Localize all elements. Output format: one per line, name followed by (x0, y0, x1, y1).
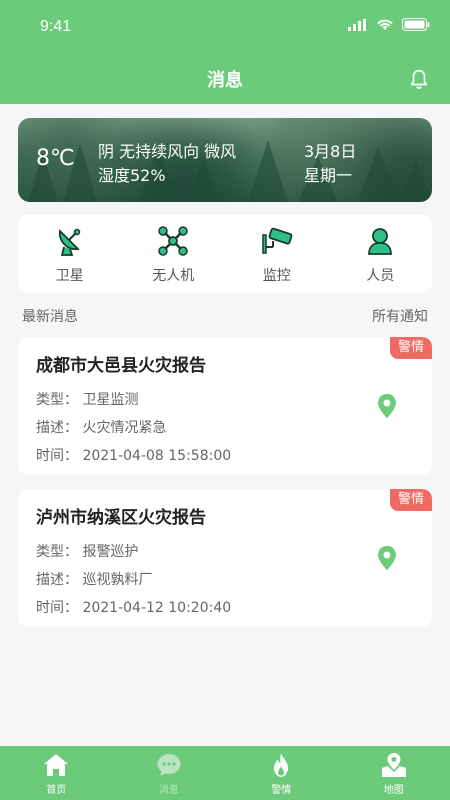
message-time: 时间： 2021-04-08 15:58:00 (36, 448, 232, 464)
tab-label: 警情 (271, 785, 292, 796)
message-time: 时间： 2021-04-12 10:20:40 (36, 600, 232, 616)
weather-date: 3月8日 (304, 142, 357, 161)
weather-weekday: 星期一 (304, 166, 353, 185)
message-type: 类型： 卫星监测 (36, 392, 139, 408)
weather-humidity: 湿度52% (98, 166, 166, 185)
map-icon (381, 753, 406, 777)
battery-icon (402, 18, 430, 31)
tab-map[interactable]: 地图 (338, 746, 450, 800)
tab-label: 地图 (383, 785, 404, 796)
satellite-dish-icon (58, 228, 80, 256)
category-monitor[interactable]: 监控 (225, 215, 329, 293)
latest-messages-label: 最新消息 (22, 309, 78, 325)
page-title: 消息 (207, 70, 243, 91)
category-satellite[interactable]: 卫星 (18, 215, 122, 293)
weather-temperature: 8℃ (36, 146, 75, 171)
status-time: 9:41 (40, 18, 72, 35)
location-pin-icon[interactable] (376, 545, 398, 571)
tab-alerts[interactable]: 警情 (225, 746, 338, 800)
signal-icon (348, 18, 366, 31)
tab-messages[interactable]: 消息 (113, 746, 226, 800)
alert-badge: 警情 (390, 489, 432, 511)
message-title: 成都市大邑县火灾报告 (36, 356, 206, 376)
status-icons (348, 18, 430, 31)
tab-label: 消息 (158, 785, 179, 796)
category-personnel[interactable]: 人员 (329, 215, 433, 293)
alert-badge: 警情 (390, 337, 432, 359)
wifi-icon (377, 19, 393, 30)
drone-icon (158, 226, 188, 256)
all-notifications-link[interactable]: 所有通知 (372, 306, 428, 326)
message-card[interactable]: 泸州市纳溪区火灾报告 警情 类型： 报警巡护 描述： 巡视孰料厂 时间： 202… (18, 489, 432, 627)
message-type: 类型： 报警巡护 (36, 544, 139, 560)
category-grid: 卫星 无人机 监控 人员 (18, 215, 432, 293)
message-description: 描述： 巡视孰料厂 (36, 572, 153, 588)
fire-icon (274, 753, 289, 777)
tab-bar: 首页 消息 警情 地图 (0, 746, 450, 800)
header: 9:41 消息 (0, 0, 450, 104)
category-label: 卫星 (55, 268, 84, 284)
section-header: 最新消息 所有通知 (22, 306, 428, 326)
person-icon (368, 228, 393, 255)
message-title: 泸州市纳溪区火灾报告 (36, 508, 206, 528)
tab-label: 首页 (46, 785, 67, 796)
status-bar: 9:41 (0, 0, 450, 56)
category-label: 监控 (262, 268, 291, 284)
location-pin-icon[interactable] (376, 393, 398, 419)
home-icon (44, 754, 69, 776)
weather-description: 阴 无持续风向 微风 (98, 142, 237, 161)
bell-icon[interactable] (408, 68, 430, 90)
weather-banner: 8℃ 阴 无持续风向 微风 湿度52% 3月8日 星期一 (18, 118, 432, 202)
category-drone[interactable]: 无人机 (122, 215, 226, 293)
chat-icon (157, 754, 181, 776)
tab-home[interactable]: 首页 (0, 746, 113, 800)
category-label: 无人机 (152, 268, 195, 284)
category-label: 人员 (366, 268, 395, 284)
message-description: 描述： 火灾情况紧急 (36, 420, 167, 436)
message-card[interactable]: 成都市大邑县火灾报告 警情 类型： 卫星监测 描述： 火灾情况紧急 时间： 20… (18, 337, 432, 475)
cctv-camera-icon (262, 227, 293, 254)
